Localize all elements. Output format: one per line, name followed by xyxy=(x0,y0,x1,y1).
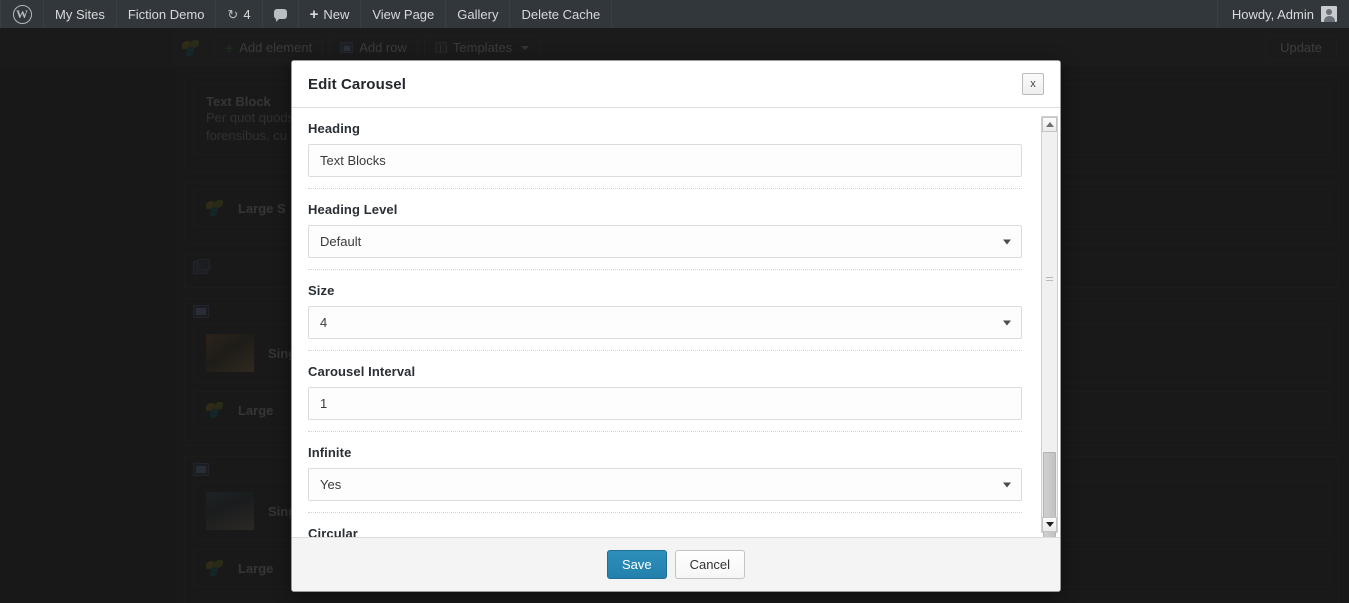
adminbar-label: My Sites xyxy=(55,6,105,22)
field-label: Infinite xyxy=(308,445,352,460)
adminbar-spacer xyxy=(612,0,1217,28)
save-label: Save xyxy=(621,557,652,572)
modal-footer: Save Cancel xyxy=(292,537,1060,591)
field-label: Heading Level xyxy=(308,202,398,217)
adminbar-item-delete-cache[interactable]: Delete Cache xyxy=(510,0,613,28)
wp-admin-bar: W My Sites Fiction Demo ↻ 4 + New View P… xyxy=(0,0,1349,28)
field-label: Size xyxy=(308,283,335,298)
infinite-select[interactable]: Yes xyxy=(308,468,1022,501)
size-select[interactable]: 4 xyxy=(308,306,1022,339)
page-root: W My Sites Fiction Demo ↻ 4 + New View P… xyxy=(0,0,1349,603)
field-size: Size 4 xyxy=(308,283,1022,351)
adminbar-item-gallery[interactable]: Gallery xyxy=(446,0,511,28)
infinite-value: Yes xyxy=(320,477,342,492)
heading-input[interactable]: Text Blocks xyxy=(308,144,1022,177)
chevron-down-icon xyxy=(1003,239,1011,244)
field-label: Heading xyxy=(308,121,360,136)
edit-carousel-modal: Edit Carousel x Heading Text Blocks Head… xyxy=(291,60,1061,592)
modal-body: Heading Text Blocks Heading Level Defaul… xyxy=(292,108,1060,537)
adminbar-howdy-label: Howdy, Admin xyxy=(1231,6,1314,22)
save-button[interactable]: Save xyxy=(606,550,667,579)
adminbar-update-count: 4 xyxy=(243,6,251,22)
cancel-label: Cancel xyxy=(689,557,731,572)
close-label: x xyxy=(1030,77,1036,90)
adminbar-label: Delete Cache xyxy=(521,6,601,22)
field-infinite: Infinite Yes xyxy=(308,445,1022,513)
adminbar-item-my-sites[interactable]: My Sites xyxy=(44,0,117,28)
scroll-down-arrow-icon[interactable] xyxy=(1042,517,1057,532)
heading-input-value: Text Blocks xyxy=(320,153,386,168)
field-circular: Circular xyxy=(308,526,1022,537)
refresh-icon: ↻ xyxy=(227,6,239,22)
cancel-button[interactable]: Cancel xyxy=(674,550,746,579)
adminbar-item-new[interactable]: + New xyxy=(299,0,362,28)
carousel-interval-value: 1 xyxy=(320,396,328,411)
modal-scrollbar[interactable] xyxy=(1041,116,1058,537)
modal-header: Edit Carousel x xyxy=(292,61,1060,108)
heading-level-select[interactable]: Default xyxy=(308,225,1022,258)
size-value: 4 xyxy=(320,315,328,330)
settings-form: Heading Text Blocks Heading Level Defaul… xyxy=(308,121,1044,537)
adminbar-item-view-page[interactable]: View Page xyxy=(361,0,447,28)
field-heading: Heading Text Blocks xyxy=(308,121,1022,189)
modal-title: Edit Carousel xyxy=(308,75,406,93)
plus-icon: + xyxy=(309,5,319,23)
adminbar-item-updates[interactable]: ↻ 4 xyxy=(216,0,263,28)
close-icon[interactable]: x xyxy=(1022,73,1044,95)
wordpress-logo-icon: W xyxy=(12,4,32,24)
comment-icon xyxy=(273,9,287,22)
adminbar-account-menu[interactable]: Howdy, Admin xyxy=(1216,0,1349,28)
adminbar-item-fiction-demo[interactable]: Fiction Demo xyxy=(117,0,217,28)
field-carousel-interval: Carousel Interval 1 xyxy=(308,364,1022,432)
chevron-down-icon xyxy=(1003,320,1011,325)
scrollbar-grip xyxy=(1046,277,1053,284)
adminbar-label: Fiction Demo xyxy=(127,6,205,22)
avatar-icon xyxy=(1321,6,1337,22)
carousel-interval-input[interactable]: 1 xyxy=(308,387,1022,420)
adminbar-item-comments[interactable] xyxy=(263,0,299,28)
field-label: Circular xyxy=(308,526,358,537)
field-label: Carousel Interval xyxy=(308,364,416,379)
heading-level-value: Default xyxy=(320,234,362,249)
adminbar-label: Gallery xyxy=(457,6,499,22)
adminbar-label: New xyxy=(323,6,350,22)
wordpress-logo-button[interactable]: W xyxy=(0,0,44,28)
field-heading-level: Heading Level Default xyxy=(308,202,1022,270)
scroll-up-arrow-icon[interactable] xyxy=(1042,117,1057,132)
chevron-down-icon xyxy=(1003,482,1011,487)
adminbar-label: View Page xyxy=(372,6,435,22)
